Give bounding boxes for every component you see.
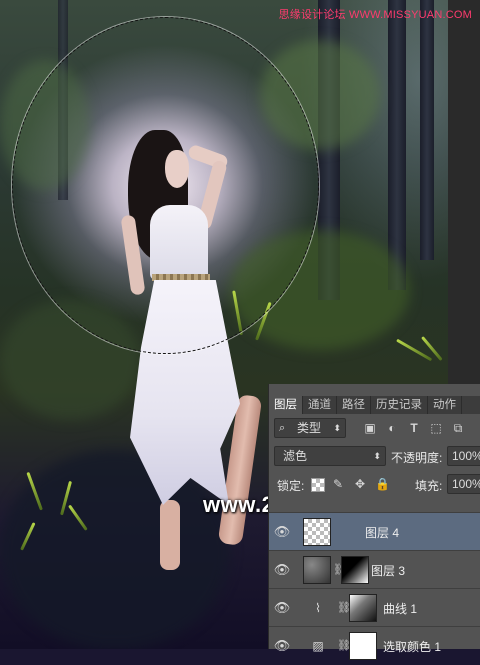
image-filter-icon[interactable]: ▣: [363, 421, 377, 435]
filter-row: ⌕ 类型 ⬍ ▣ ◐ T ⬚ ⧉: [269, 418, 480, 440]
fill-input[interactable]: 100%: [447, 474, 480, 494]
panel-tabs: 图层 通道 路径 历史记录 动作: [269, 396, 480, 414]
woman-leg: [160, 500, 180, 570]
fill-label: 填充:: [415, 479, 443, 493]
layer-thumbnail[interactable]: [303, 518, 331, 546]
tab-history[interactable]: 历史记录: [371, 396, 428, 414]
watermark-top: 思缘设计论坛 WWW.MISSYUAN.COM: [278, 9, 472, 21]
shape-filter-icon[interactable]: ⬚: [429, 421, 443, 435]
panel-gutter: [448, 0, 480, 384]
opacity-input[interactable]: 100%: [447, 446, 480, 466]
layer-name[interactable]: 图层 4: [365, 524, 399, 541]
selective-color-icon[interactable]: ▨: [311, 639, 325, 653]
eye-icon[interactable]: 👁: [273, 637, 291, 655]
tree-trunk: [420, 0, 434, 260]
layer-mask-thumbnail[interactable]: [349, 632, 377, 660]
layer-row[interactable]: 👁 ▨ ⛓ 选取颜色 1: [269, 626, 480, 665]
layer-row[interactable]: 👁 ⌇ ⛓ 曲线 1: [269, 588, 480, 627]
layer-row[interactable]: 👁 ⛓ 图层 3: [269, 550, 480, 589]
layers-panel: 图层 通道 路径 历史记录 动作 ⌕ 类型 ⬍ ▣ ◐ T ⬚ ⧉ 滤色 ⬍ 不…: [268, 384, 480, 660]
adjustment-filter-icon[interactable]: ◐: [385, 421, 399, 435]
chevron-updown-icon: ⬍: [333, 423, 341, 433]
layer-mask-thumbnail[interactable]: [349, 594, 377, 622]
layer-name[interactable]: 选取颜色 1: [383, 638, 441, 655]
chevron-updown-icon: ⬍: [373, 451, 381, 461]
lock-row: 锁定: ✎ ✥ 🔒 填充: 100%: [269, 474, 480, 496]
layer-name[interactable]: 曲线 1: [383, 600, 417, 617]
type-filter-icon[interactable]: T: [407, 421, 421, 435]
curves-adjustment-icon[interactable]: ⌇: [311, 601, 325, 615]
eye-icon[interactable]: 👁: [273, 599, 291, 617]
eye-icon[interactable]: 👁: [273, 561, 291, 579]
elliptical-selection[interactable]: [12, 17, 319, 354]
layer-mask-thumbnail[interactable]: [341, 556, 369, 584]
layer-thumbnail[interactable]: [303, 556, 331, 584]
tab-layers[interactable]: 图层: [269, 396, 303, 414]
filter-kind-select[interactable]: ⌕ 类型 ⬍: [274, 418, 346, 438]
tab-actions[interactable]: 动作: [428, 396, 462, 414]
tab-channels[interactable]: 通道: [303, 396, 337, 414]
lock-transparency-icon[interactable]: [311, 478, 325, 492]
lock-label: 锁定:: [277, 479, 305, 493]
tab-paths[interactable]: 路径: [337, 396, 371, 414]
brush-icon[interactable]: ✎: [331, 477, 345, 491]
filter-kind-label: 类型: [297, 421, 322, 435]
blend-row: 滤色 ⬍ 不透明度: 100%: [269, 446, 480, 468]
layer-row[interactable]: 👁 图层 4: [269, 512, 480, 551]
smart-object-filter-icon[interactable]: ⧉: [451, 421, 465, 435]
blend-mode-value: 滤色: [283, 449, 308, 463]
move-icon[interactable]: ✥: [353, 477, 367, 491]
lock-icon[interactable]: 🔒: [375, 477, 390, 491]
layer-name[interactable]: 图层 3: [371, 562, 405, 579]
blend-mode-select[interactable]: 滤色 ⬍: [274, 446, 386, 466]
opacity-label: 不透明度:: [391, 451, 443, 465]
opacity-value: 100%: [452, 449, 480, 463]
search-icon: ⌕: [279, 422, 286, 434]
fill-value: 100%: [452, 477, 480, 491]
eye-icon[interactable]: 👁: [273, 523, 291, 541]
tree-trunk: [388, 0, 406, 290]
